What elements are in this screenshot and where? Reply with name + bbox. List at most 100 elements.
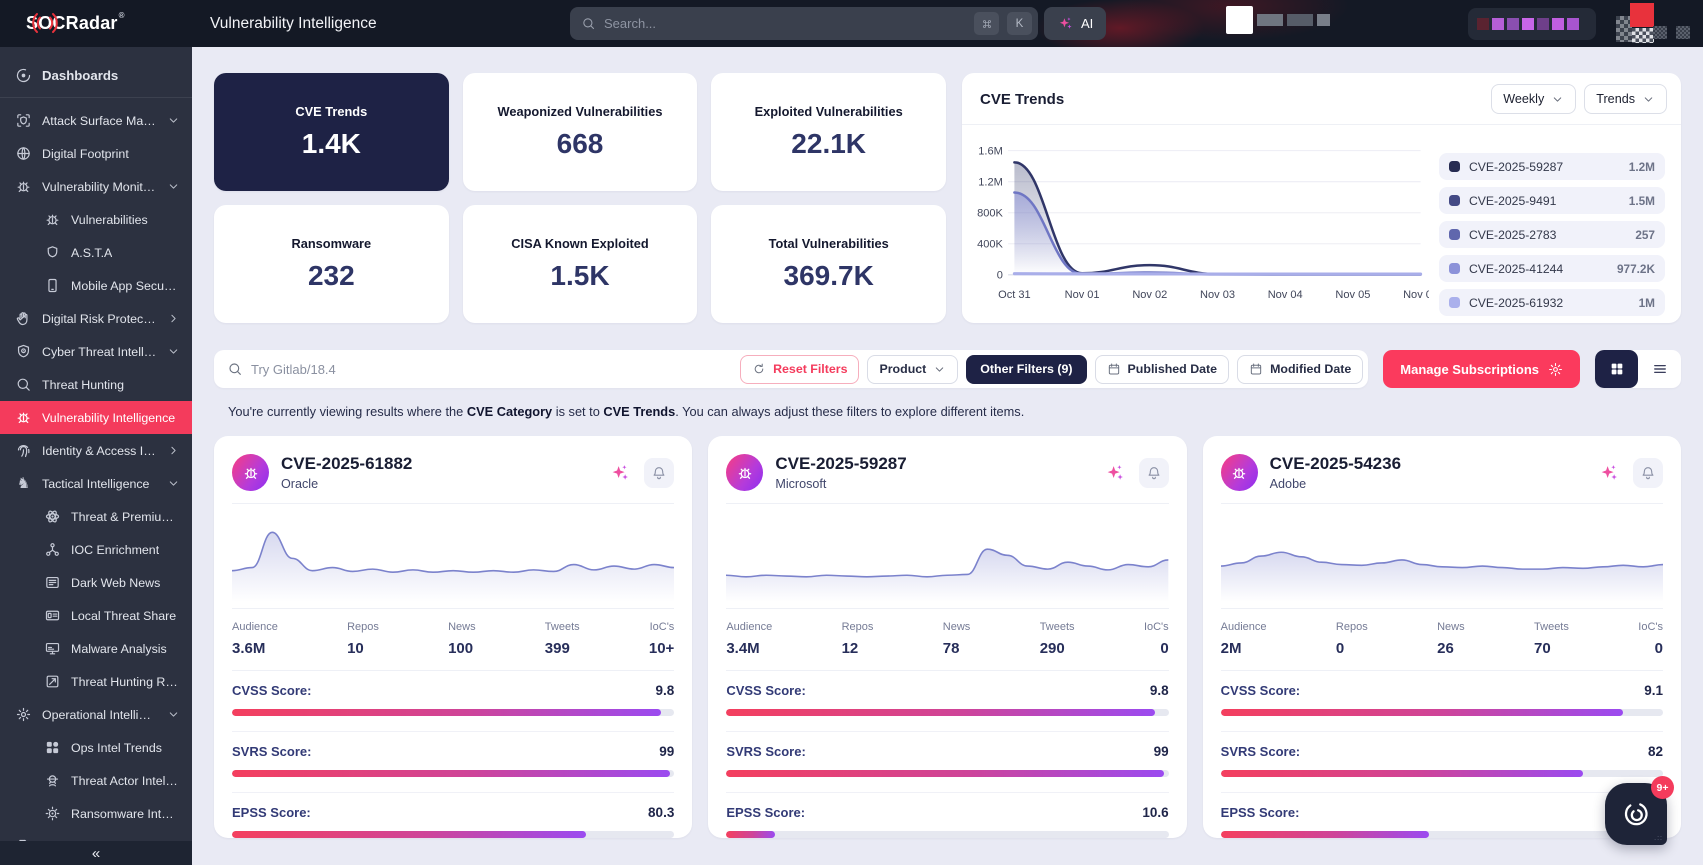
knight-icon: ♞ (16, 475, 31, 492)
stat-card-total-vulnerabilities[interactable]: Total Vulnerabilities 369.7K (711, 205, 946, 323)
sidebar-nav: Dashboards Attack Surface Management Digit… (0, 47, 192, 841)
sidebar-item-malware-analysis[interactable]: Malware Analysis (0, 632, 192, 665)
chat-resize-grip[interactable]: .:: (1654, 835, 1663, 842)
logo-text: SOSOCRadarCRadar® (26, 11, 125, 34)
metric-value: 70 (1534, 640, 1551, 657)
legend-swatch (1449, 297, 1460, 308)
sidebar-item-dark-web-news[interactable]: Dark Web News (0, 566, 192, 599)
radar-arcs-icon (30, 8, 60, 38)
sidebar-item-ops-intel-trends[interactable]: Ops Intel Trends (0, 731, 192, 764)
metric-news: News 26 (1437, 621, 1465, 657)
metric-value: 0 (1654, 640, 1663, 657)
legend-item-cve-2025-2783[interactable]: CVE-2025-2783 257 (1439, 221, 1665, 248)
sidebar-item-vulnerability-intelligence[interactable]: Vulnerability Intelligence (0, 401, 192, 434)
sidebar-item-attack-surface-management[interactable]: Attack Surface Management (0, 104, 192, 137)
bug-icon (15, 178, 32, 195)
sidebar-item-label: Dark Web News (71, 575, 161, 590)
metric-label: News (942, 621, 971, 633)
period-dropdown-value: Weekly (1503, 92, 1545, 106)
metric-value: 0 (1160, 640, 1169, 657)
legend-item-cve-2025-59287[interactable]: CVE-2025-59287 1.2M (1439, 153, 1665, 180)
metric-label: Tweets (544, 621, 580, 633)
legend-item-cve-2025-41244[interactable]: CVE-2025-41244 977.2K (1439, 255, 1665, 282)
metric-value: 78 (942, 640, 960, 657)
redacted-org-selector[interactable] (1468, 8, 1596, 40)
sidebar-item-vulnerability-monitoring[interactable]: Vulnerability Monitoring (0, 170, 192, 203)
sidebar-item-threat-actor-intelligence[interactable]: Threat Actor Intelligence (0, 764, 192, 797)
global-search[interactable]: K (570, 7, 1038, 40)
reset-filters-button[interactable]: Reset Filters (740, 354, 860, 384)
chat-widget-button[interactable]: 9+ .:: (1605, 776, 1674, 845)
stat-card-value: 369.7K (783, 260, 874, 291)
global-search-input[interactable] (604, 16, 966, 31)
sidebar-item-threat-premium-feeds[interactable]: Threat & Premium Feeds (0, 500, 192, 533)
sidebar-item-digital-footprint[interactable]: Digital Footprint (0, 137, 192, 170)
sidebar-item-digital-risk-protection[interactable]: Digital Risk Protection (0, 302, 192, 335)
ai-sparkle-button[interactable] (1594, 458, 1624, 488)
sidebar-item-local-threat-share[interactable]: Local Threat Share (0, 599, 192, 632)
filter-search-input[interactable] (251, 361, 733, 377)
metric-repos: Repos 10 (347, 621, 379, 657)
score-label: SVRS Score: (726, 744, 806, 759)
sparkle-icon (1598, 462, 1620, 484)
ai-assistant-button[interactable]: AI (1044, 7, 1107, 40)
sidebar-item-ioc-enrichment[interactable]: IOC Enrichment (0, 533, 192, 566)
legend-cve-value: 1.2M (1628, 159, 1655, 174)
stat-card-ransomware[interactable]: Ransomware 232 (214, 205, 449, 323)
legend-item-cve-2025-9491[interactable]: CVE-2025-9491 1.5M (1439, 187, 1665, 214)
sidebar-item-ransomware-intelligence[interactable]: Ransomware Intelligence (0, 797, 192, 830)
sidebar-item-a-s-t-a[interactable]: A.S.T.A (0, 236, 192, 269)
legend-swatch (1449, 161, 1460, 172)
score-epss-score: EPSS Score: 10.6 (726, 793, 1169, 838)
score-track (726, 709, 1169, 716)
notification-bell-button[interactable] (644, 457, 675, 488)
metric-value: 0 (1335, 640, 1345, 657)
sidebar-item-vulnerabilities[interactable]: Vulnerabilities (0, 203, 192, 236)
score-header: EPSS Score: 10.6 (726, 805, 1168, 820)
atom-icon (44, 508, 61, 525)
cve-card-titles: CVE-2025-54236 Adobe (1270, 454, 1401, 491)
stat-card-exploited-vulnerabilities[interactable]: Exploited Vulnerabilities 22.1K (711, 73, 946, 191)
sidebar-item-threat-hunting[interactable]: Threat Hunting (0, 368, 192, 401)
manage-subscriptions-button[interactable]: Manage Subscriptions (1383, 350, 1580, 388)
sidebar-item-cyber-threat-intelligence[interactable]: Cyber Threat Intelligence (0, 335, 192, 368)
modified-date-button[interactable]: Modified Date (1237, 354, 1364, 384)
stat-card-cisa-known-exploited[interactable]: CISA Known Exploited 1.5K (462, 205, 698, 323)
notification-bell-button[interactable] (1633, 457, 1663, 488)
cve-card-actions (1100, 457, 1169, 488)
socradar-logo[interactable]: SOSOCRadarCRadar® (26, 0, 125, 47)
sidebar-item-mobile-app-security[interactable]: Mobile App Security (0, 269, 192, 302)
published-date-button[interactable]: Published Date (1094, 354, 1230, 384)
svg-text:1.6M: 1.6M (978, 145, 1003, 157)
score-track (232, 831, 675, 838)
ai-sparkle-button[interactable] (1100, 458, 1130, 488)
metric-audience: Audience 3.6M (232, 621, 278, 657)
list-view-button[interactable] (1638, 350, 1681, 388)
period-dropdown[interactable]: Weekly (1491, 84, 1577, 114)
sidebar-item-tactical-intelligence[interactable]: ♞ Tactical Intelligence (0, 467, 192, 500)
ai-sparkle-button[interactable] (605, 458, 635, 488)
sidebar-item-threat-hunting-rules[interactable]: Threat Hunting Rules (0, 665, 192, 698)
grid-view-button[interactable] (1595, 350, 1638, 388)
sidebar-item-operational-intelligence[interactable]: Operational Intelligence (0, 698, 192, 731)
stat-card-weaponized-vulnerabilities[interactable]: Weaponized Vulnerabilities 668 (462, 73, 698, 191)
sidebar-item-dashboards[interactable]: Dashboards (0, 55, 192, 95)
notification-bell-button[interactable] (1138, 457, 1169, 488)
mobile-icon (44, 277, 61, 294)
metric-value: 10+ (648, 640, 675, 657)
score-fill (232, 831, 586, 838)
other-filters-button[interactable]: Other Filters (9) (966, 354, 1087, 384)
sidebar-item-partial[interactable] (0, 830, 192, 841)
stat-card-value: 668 (556, 128, 604, 159)
trends-dropdown[interactable]: Trends (1584, 84, 1667, 114)
sidebar-item-identity-access-intelligence[interactable]: Identity & Access Intelligence (0, 434, 192, 467)
legend-item-cve-2025-61932[interactable]: CVE-2025-61932 1M (1439, 289, 1665, 316)
metric-ioc-s: IoC's 0 (1638, 621, 1663, 657)
svg-text:Nov 05: Nov 05 (1335, 289, 1370, 301)
stat-card-cve-trends[interactable]: CVE Trends 1.4K (214, 73, 449, 191)
legend-cve-label: CVE-2025-59287 (1469, 159, 1564, 174)
sidebar-collapse-button[interactable]: « (0, 841, 192, 865)
cve-id: CVE-2025-54236 (1269, 454, 1402, 473)
product-dropdown[interactable]: Product (867, 354, 959, 384)
sidebar-item-label: Operational Intelligence (42, 707, 157, 722)
